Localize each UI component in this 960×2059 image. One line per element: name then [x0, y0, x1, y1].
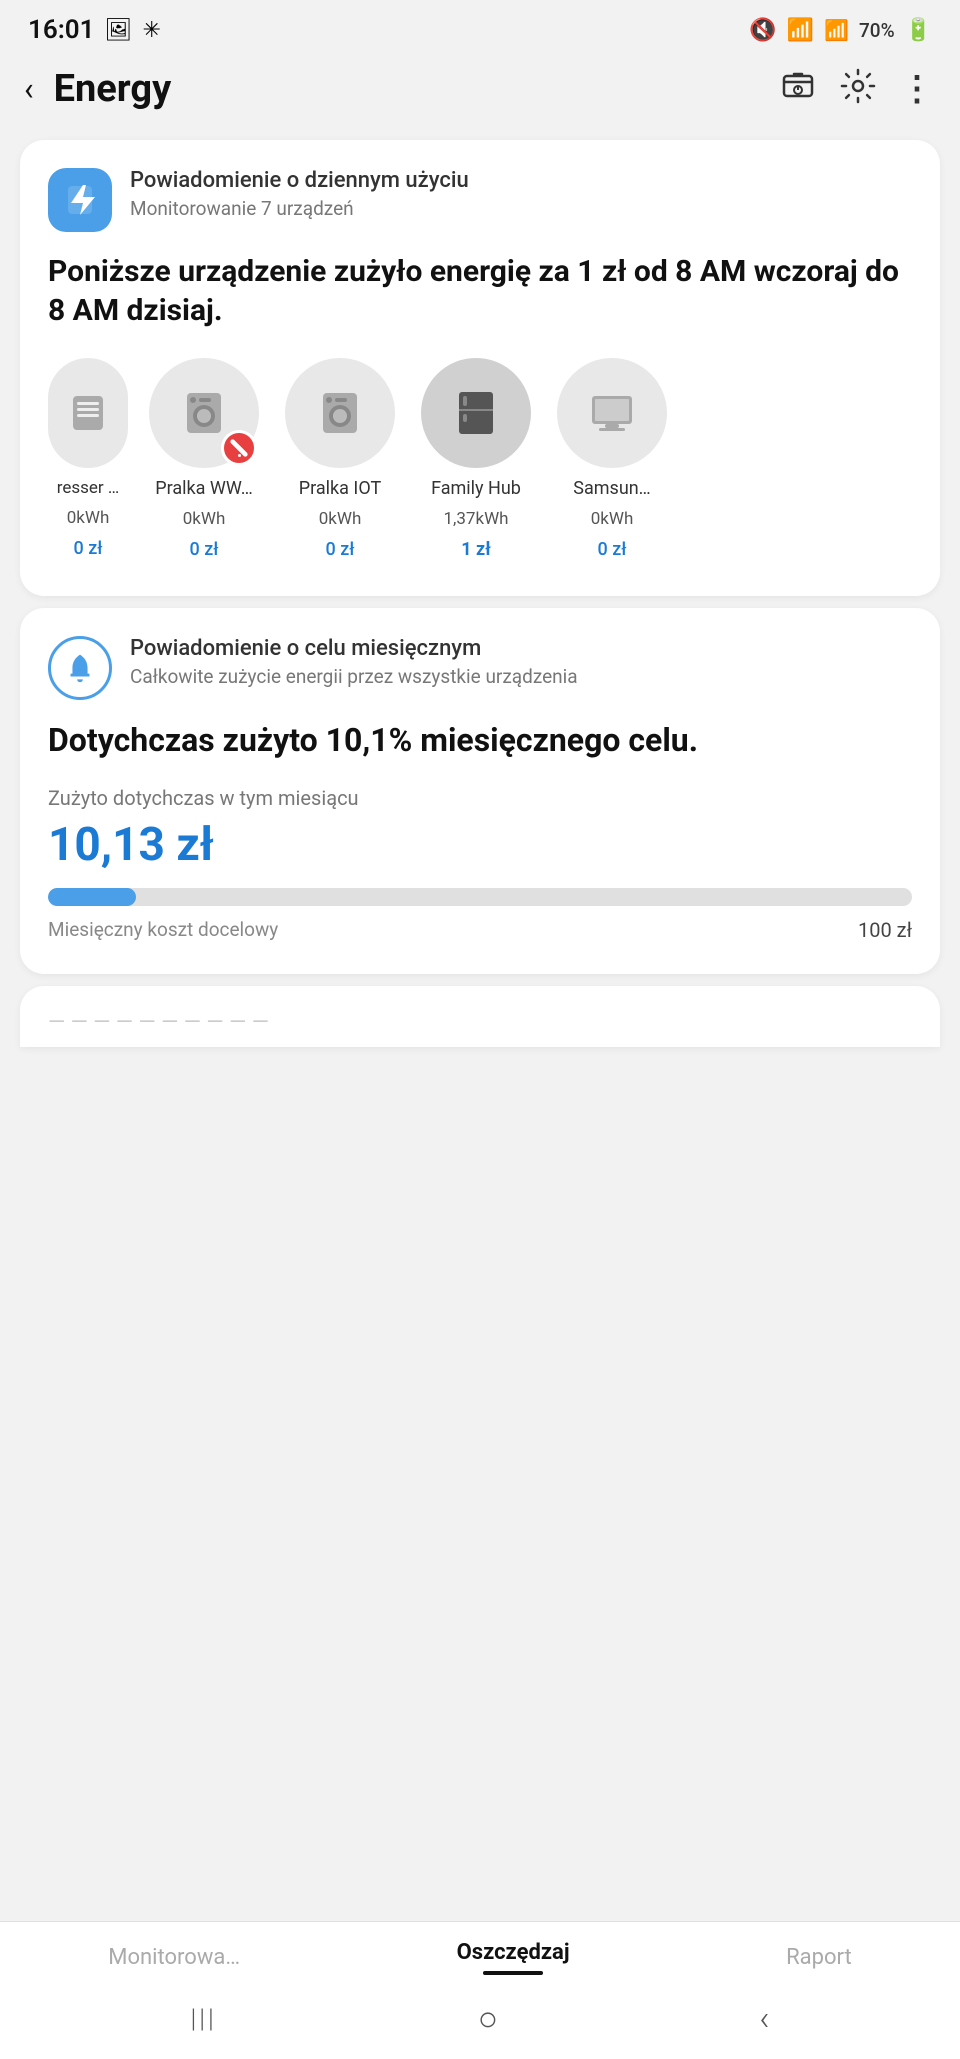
monthly-goal-card: Powiadomienie o celu miesięcznym Całkowi…: [20, 608, 940, 974]
device-name-3: Family Hub: [431, 478, 521, 499]
disabled-badge: [221, 430, 257, 466]
energy-icon-bg: [48, 168, 112, 232]
devices-row: resser … 0kWh 0 zł: [48, 358, 912, 564]
device-cost-3: 1 zł: [461, 539, 490, 560]
nav-tabs: Monitorowa… Oszczędzaj Raport: [0, 1922, 960, 1987]
more-icon[interactable]: ⋮: [900, 69, 936, 109]
monthly-goal-label: Miesięczny koszt docelowy: [48, 918, 278, 941]
tab-report-label: Raport: [786, 1945, 852, 1970]
card2-main-text: Dotychczas zużyto 10,1% miesięcznego cel…: [48, 720, 912, 762]
device-item[interactable]: resser … 0kWh 0 zł: [48, 358, 128, 560]
device-item[interactable]: Family Hub 1,37kWh 1 zł: [416, 358, 536, 560]
home-button[interactable]: ○: [478, 1999, 499, 2039]
card2-header: Powiadomienie o celu miesięcznym Całkowi…: [48, 636, 912, 700]
progress-footer: Miesięczny koszt docelowy 100 zł: [48, 918, 912, 942]
signal-icon: 📶: [824, 18, 849, 42]
system-back-button[interactable]: ‹: [759, 1999, 769, 2039]
card1-main-text: Poniższe urządzenie zużyło energię za 1 …: [48, 252, 912, 330]
tab-save-label: Oszczędzaj: [457, 1940, 570, 1965]
gallery-icon: 🖼: [105, 18, 133, 43]
tab-monitor[interactable]: Monitorowa…: [108, 1945, 240, 1970]
daily-usage-card: Powiadomienie o dziennym użyciu Monitoro…: [20, 140, 940, 596]
timer-icon[interactable]: [780, 68, 816, 111]
accessibility-icon: ✳: [142, 18, 160, 43]
card1-title: Powiadomienie o dziennym użyciu: [130, 168, 469, 193]
card1-header: Powiadomienie o dziennym użyciu Monitoro…: [48, 168, 912, 232]
mute-icon: 🔇: [749, 18, 776, 43]
device-circle-0: [48, 358, 128, 468]
device-item[interactable]: Pralka WW… 0kWh 0 zł: [144, 358, 264, 560]
device-kwh-3: 1,37kWh: [443, 509, 508, 529]
device-cost-1: 0 zł: [190, 539, 219, 560]
tab-report[interactable]: Raport: [786, 1945, 852, 1970]
device-name-0: resser …: [57, 478, 120, 498]
card2-header-text: Powiadomienie o celu miesięcznym Całkowi…: [130, 636, 578, 688]
device-kwh-1: 0kWh: [183, 509, 226, 529]
device-cost-0: 0 zł: [74, 538, 103, 559]
tab-monitor-label: Monitorowa…: [108, 1945, 240, 1970]
progress-bar-fill: [48, 888, 136, 906]
device-cost-4: 0 zł: [598, 539, 627, 560]
system-nav: ||| ○ ‹: [0, 1987, 960, 2059]
status-bar: 16:01 🖼 ✳ 🔇 📶 📶 70% 🔋: [0, 0, 960, 56]
device-name-1: Pralka WW…: [155, 478, 253, 499]
wifi-icon: 📶: [787, 18, 814, 43]
progress-bar-track: [48, 888, 912, 906]
device-cost-2: 0 zł: [326, 539, 355, 560]
bell-icon-bg: [48, 636, 112, 700]
app-header: ‹ Energy ⋮: [0, 56, 960, 128]
device-circle-2: [285, 358, 395, 468]
device-item[interactable]: Samsun… 0kWh 0 zł: [552, 358, 672, 560]
progress-label: Zużyto dotychczas w tym miesiącu: [48, 786, 912, 810]
device-item[interactable]: Pralka IOT 0kWh 0 zł: [280, 358, 400, 560]
device-kwh-0: 0kWh: [67, 508, 110, 528]
header-actions: ⋮: [780, 68, 936, 111]
device-circle-1: [149, 358, 259, 468]
device-name-4: Samsun…: [573, 478, 650, 499]
battery-icon: 🔋: [905, 18, 932, 43]
tab-save[interactable]: Oszczędzaj: [457, 1940, 570, 1975]
status-time: 16:01: [28, 15, 95, 45]
tab-active-indicator: [483, 1971, 543, 1975]
device-kwh-2: 0kWh: [319, 509, 362, 529]
progress-section: Zużyto dotychczas w tym miesiącu 10,13 z…: [48, 786, 912, 942]
device-circle-3: [421, 358, 531, 468]
bottom-nav: Monitorowa… Oszczędzaj Raport ||| ○ ‹: [0, 1921, 960, 2059]
device-name-2: Pralka IOT: [299, 478, 381, 499]
card2-subtitle: Całkowite zużycie energii przez wszystki…: [130, 665, 578, 688]
status-icons-group: 🔇 📶 📶 70% 🔋: [749, 18, 932, 43]
partial-card-text: — — — — — — — — — —: [48, 1010, 912, 1035]
device-circle-4: [557, 358, 667, 468]
monthly-goal-value: 100 zł: [858, 918, 912, 942]
progress-amount: 10,13 zł: [48, 818, 912, 872]
card2-title: Powiadomienie o celu miesięcznym: [130, 636, 578, 661]
card1-header-text: Powiadomienie o dziennym użyciu Monitoro…: [130, 168, 469, 220]
recent-apps-button[interactable]: |||: [191, 2004, 217, 2034]
battery-level: 70%: [859, 19, 895, 42]
back-button[interactable]: ‹: [16, 66, 42, 112]
page-title: Energy: [54, 67, 768, 111]
device-kwh-4: 0kWh: [591, 509, 634, 529]
card1-subtitle: Monitorowanie 7 urządzeń: [130, 197, 469, 220]
settings-icon[interactable]: [840, 68, 876, 111]
partial-card: — — — — — — — — — —: [20, 986, 940, 1047]
